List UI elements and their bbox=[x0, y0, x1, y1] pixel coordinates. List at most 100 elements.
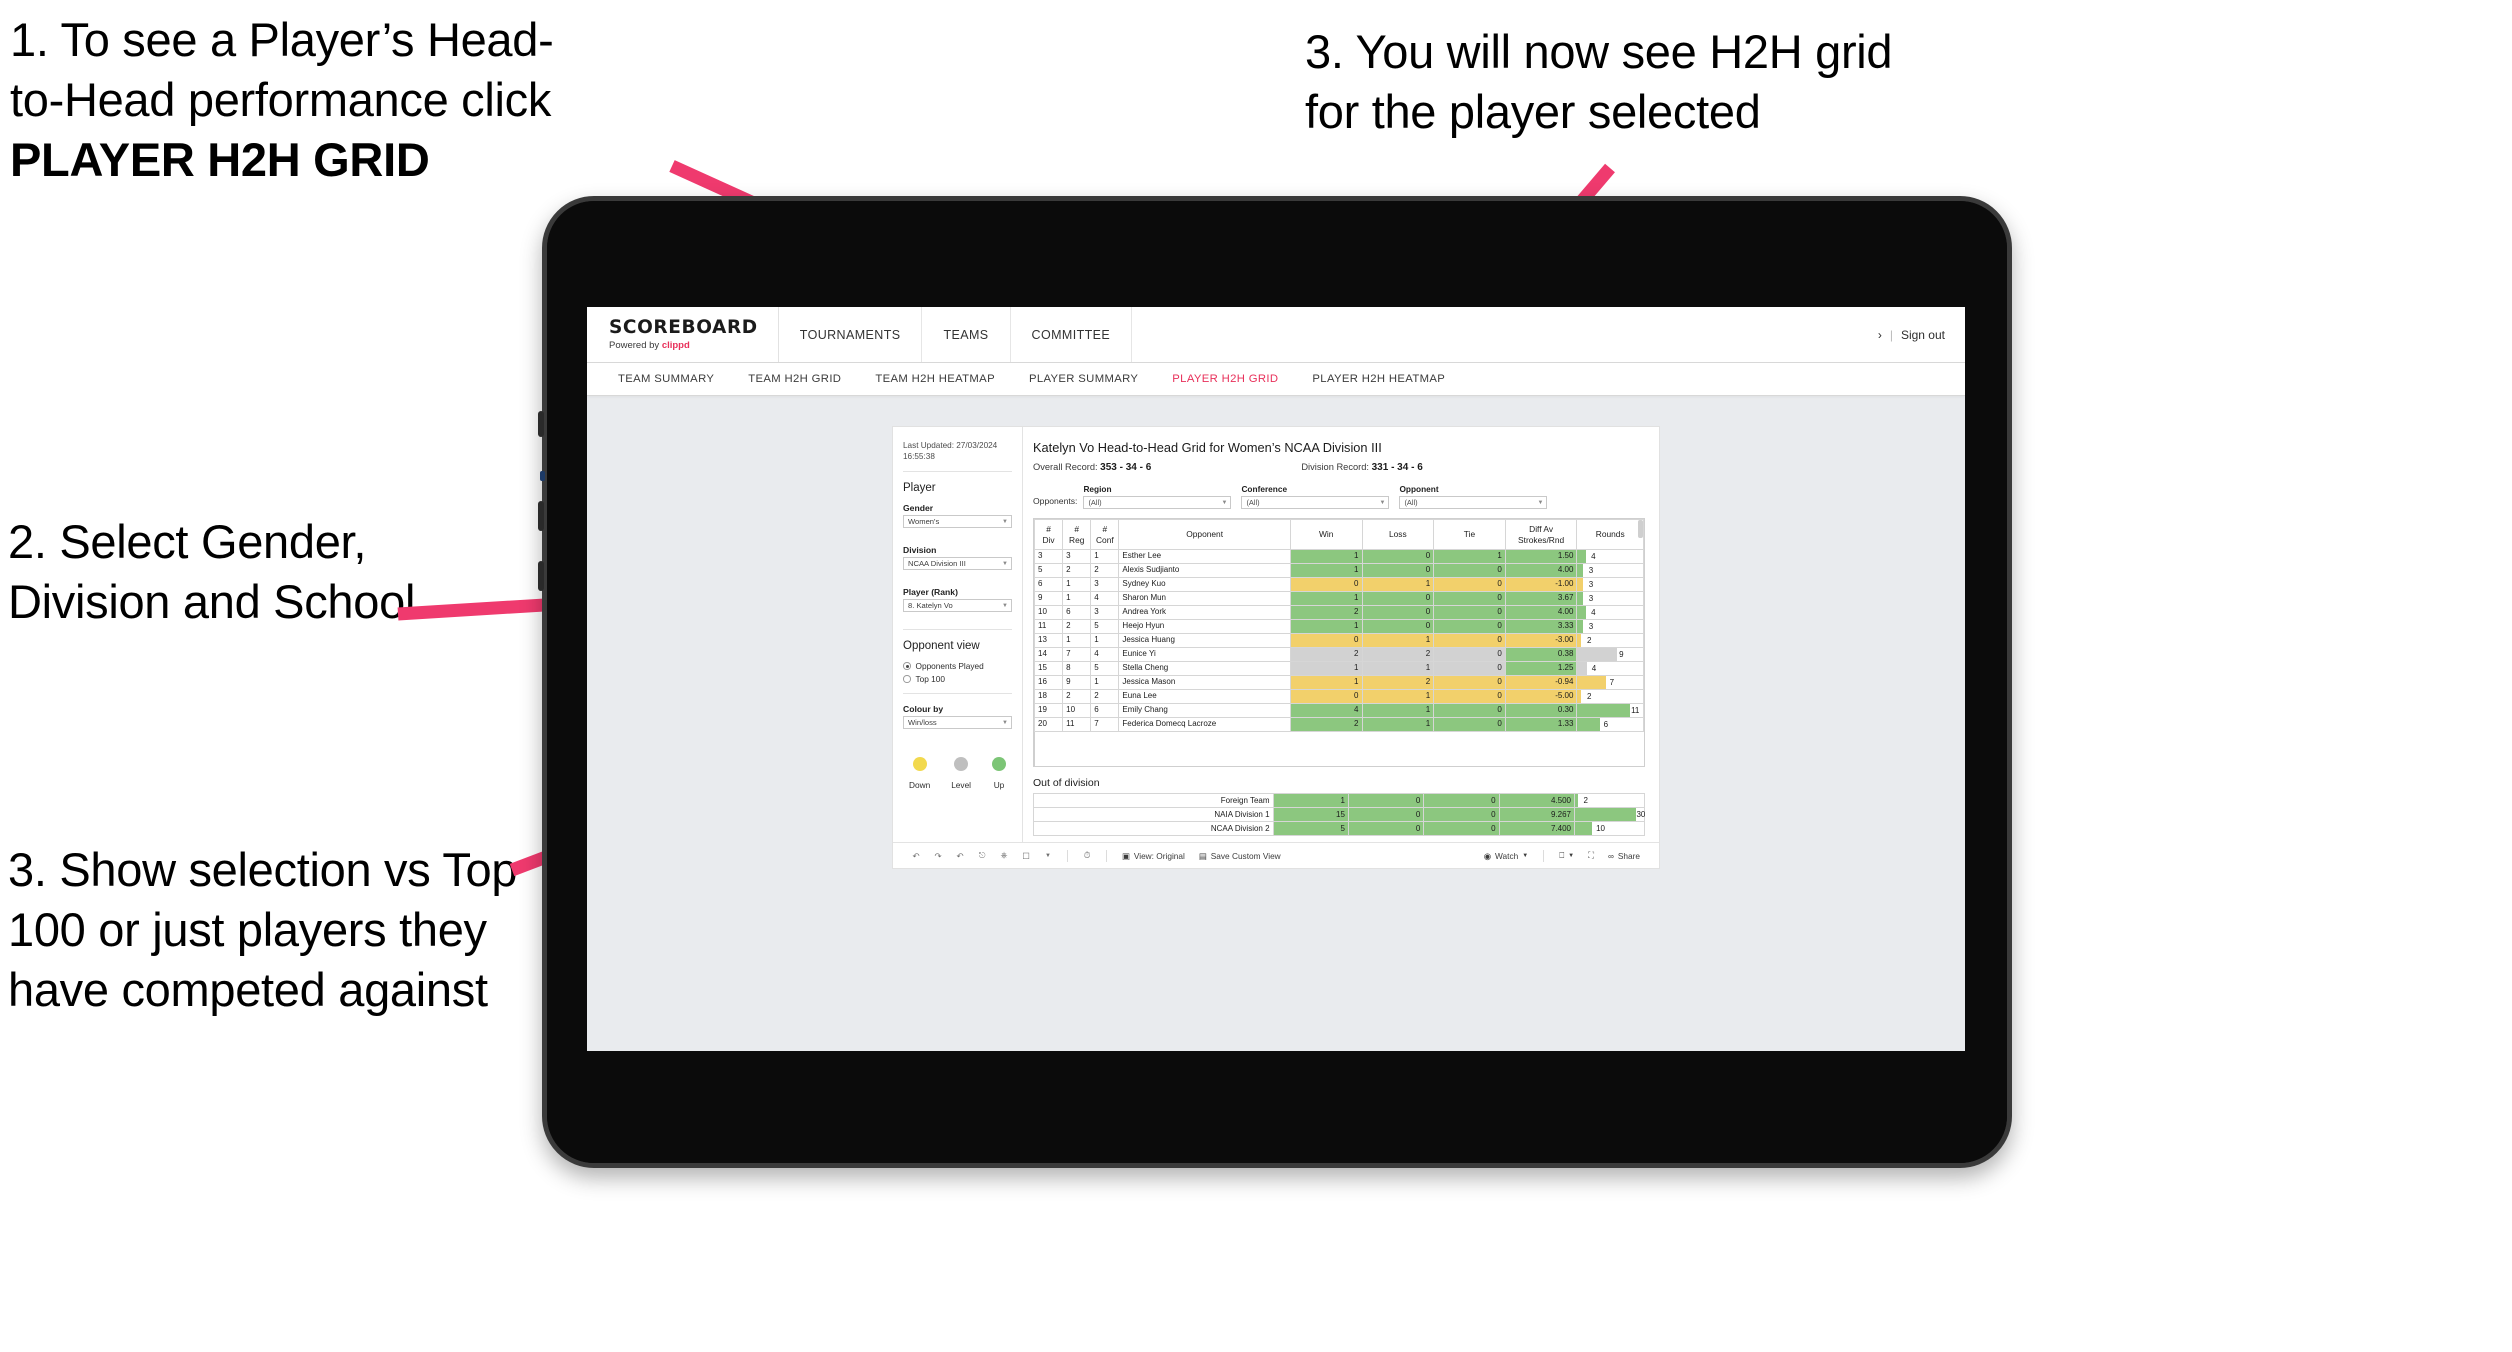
toolbar-divider-2 bbox=[1106, 849, 1107, 862]
table-row[interactable]: 3 3 1 Esther Lee 1 0 1 1.50 4 bbox=[1033, 549, 1644, 564]
cell-loss: 0 bbox=[1347, 793, 1425, 808]
table-row[interactable]: 19 10 6 Emily Chang 4 1 0 0.30 11 bbox=[1033, 703, 1644, 718]
cell-opponent: Heejo Hyun bbox=[1118, 619, 1291, 634]
cell-conf: 6 bbox=[1090, 703, 1120, 718]
tab-team-h2h-heatmap[interactable]: TEAM H2H HEATMAP bbox=[858, 373, 1012, 385]
brand-tagline: Powered by clippd bbox=[609, 339, 758, 351]
filter-conference-select[interactable]: (All) ▼ bbox=[1241, 496, 1390, 509]
cell-rounds: 4 bbox=[1576, 661, 1644, 676]
view-original-button[interactable]: ▣ View: Original bbox=[1115, 851, 1192, 861]
share-view-icon[interactable]: ☐ bbox=[1015, 851, 1037, 861]
save-custom-view-button[interactable]: ▤ Save Custom View bbox=[1192, 851, 1288, 861]
nav-committee[interactable]: COMMITTEE bbox=[1011, 307, 1133, 362]
share-label: Share bbox=[1617, 850, 1640, 861]
filter-region-select[interactable]: (All) ▼ bbox=[1083, 496, 1232, 509]
cell-loss: 0 bbox=[1361, 605, 1435, 620]
table-row[interactable]: 11 2 5 Heejo Hyun 1 0 0 3.33 3 bbox=[1033, 619, 1644, 634]
redo-icon[interactable]: ↷ bbox=[927, 851, 949, 861]
brand-tagline-clippd: clippd bbox=[661, 339, 690, 351]
table-row[interactable]: NAIA Division 1 15 0 0 9.267 30 bbox=[1033, 807, 1645, 822]
tab-team-h2h-grid[interactable]: TEAM H2H GRID bbox=[731, 373, 858, 385]
gender-select[interactable]: Women's ▼ bbox=[903, 515, 1012, 529]
share-icon: ∞ bbox=[1607, 850, 1614, 861]
page-title: Katelyn Vo Head-to-Head Grid for Women’s… bbox=[1033, 440, 1382, 455]
vertical-scrollbar[interactable] bbox=[1638, 520, 1643, 538]
table-row[interactable]: NCAA Division 2 5 0 0 7.400 10 bbox=[1033, 821, 1646, 836]
filter-opponent-select[interactable]: (All) ▼ bbox=[1399, 496, 1548, 509]
radio-opponents-played-label: Opponents Played bbox=[915, 661, 984, 672]
cell-conf: 7 bbox=[1090, 717, 1120, 732]
table-row[interactable]: 5 2 2 Alexis Sudjianto 1 0 0 4.00 3 bbox=[1033, 563, 1644, 578]
cell-div: 20 bbox=[1033, 717, 1064, 732]
table-row[interactable]: 18 2 2 Euna Lee 0 1 0 -5.00 2 bbox=[1033, 689, 1644, 704]
colour-legend: Down Level Up bbox=[903, 757, 1012, 790]
cell-rounds: 10 bbox=[1573, 821, 1646, 836]
table-row[interactable]: Foreign Team 1 0 0 4.500 2 bbox=[1033, 793, 1646, 808]
undo-icon[interactable]: ↶ bbox=[905, 851, 927, 861]
radio-top-100[interactable]: Top 100 bbox=[903, 674, 1012, 684]
table-row[interactable]: 10 6 3 Andrea York 2 0 0 4.00 4 bbox=[1033, 605, 1644, 620]
cell-loss: 2 bbox=[1361, 675, 1435, 690]
out-of-division-body: Foreign Team 1 0 0 4.500 2 NAIA Division 1 15 0 0… bbox=[1033, 793, 1646, 836]
toolbar-divider-1 bbox=[1067, 849, 1068, 862]
legend-item-level: Level bbox=[951, 757, 971, 790]
share-button[interactable]: ∞ Share bbox=[1601, 851, 1647, 861]
cell-opponent: Sharon Mun bbox=[1118, 591, 1291, 606]
cell-reg: 10 bbox=[1062, 703, 1092, 718]
legend-label-level: Level bbox=[951, 780, 972, 791]
watch-button[interactable]: ◉ Watch ▼ bbox=[1477, 851, 1535, 861]
brand-logo[interactable]: SCOREBOARD Powered by clippd bbox=[587, 307, 779, 362]
cell-win: 15 bbox=[1272, 807, 1349, 822]
annotation-1-line-3: PLAYER H2H GRID bbox=[10, 133, 430, 187]
legend-item-down: Down bbox=[909, 757, 930, 790]
table-row[interactable]: 15 8 5 Stella Cheng 1 1 0 1.25 4 bbox=[1033, 661, 1644, 676]
table-row[interactable]: 20 11 7 Federica Domecq Lacroze 2 1 0 1.33 6 bbox=[1033, 717, 1644, 732]
radio-opponents-played[interactable]: Opponents Played bbox=[903, 661, 1012, 671]
table-row[interactable]: 6 1 3 Sydney Kuo 0 1 0 -1.00 3 bbox=[1033, 577, 1644, 592]
viz-toolbar: ↶ ↷ ↶ ⎋ ⎈ ☐ ▼ ⏱ ▣ View: Original ▤ Save … bbox=[893, 842, 1659, 868]
chevron-down-icon: ▼ bbox=[1522, 852, 1529, 859]
player-rank-select[interactable]: 8. Katelyn Vo ▼ bbox=[903, 599, 1012, 613]
chevron-down-icon[interactable]: ▼ bbox=[1037, 853, 1059, 859]
nav-teams[interactable]: TEAMS bbox=[922, 307, 1011, 362]
cell-loss: 0 bbox=[1347, 807, 1425, 822]
tab-player-h2h-grid[interactable]: PLAYER H2H GRID bbox=[1155, 373, 1295, 385]
colour-by-select[interactable]: Win/loss ▼ bbox=[903, 716, 1012, 730]
refresh-icon[interactable]: ⎋ bbox=[971, 850, 993, 861]
division-select[interactable]: NCAA Division III ▼ bbox=[903, 557, 1012, 571]
download-button[interactable]: ⎕ ▼ bbox=[1552, 850, 1581, 861]
tab-player-summary[interactable]: PLAYER SUMMARY bbox=[1012, 373, 1155, 385]
table-row[interactable]: 9 1 4 Sharon Mun 1 0 0 3.67 3 bbox=[1033, 591, 1644, 606]
clock-icon[interactable]: ⏱ bbox=[1076, 850, 1098, 861]
filter-region-label: Region bbox=[1083, 484, 1112, 494]
nav-tournaments[interactable]: TOURNAMENTS bbox=[779, 307, 923, 362]
cell-rounds: 11 bbox=[1576, 703, 1644, 718]
tab-player-h2h-heatmap[interactable]: PLAYER H2H HEATMAP bbox=[1295, 373, 1462, 385]
cell-tie: 0 bbox=[1433, 577, 1506, 592]
sign-out-link[interactable]: Sign out bbox=[1901, 328, 1945, 342]
table-row[interactable]: 14 7 4 Eunice Yi 2 2 0 0.38 9 bbox=[1033, 647, 1644, 662]
col-header-reg: # Reg bbox=[1062, 519, 1092, 550]
division-label: Division bbox=[903, 545, 937, 556]
cell-tie: 0 bbox=[1433, 703, 1506, 718]
col-header-tie: Tie bbox=[1433, 519, 1506, 550]
cell-diff: -3.00 bbox=[1504, 633, 1578, 648]
tab-team-summary[interactable]: TEAM SUMMARY bbox=[601, 373, 731, 385]
revert-icon[interactable]: ↶ bbox=[949, 851, 971, 861]
cell-reg: 2 bbox=[1062, 619, 1092, 634]
cell-rounds: 3 bbox=[1576, 619, 1644, 634]
cell-rounds: 3 bbox=[1576, 563, 1644, 578]
fullscreen-button[interactable]: ⛶ bbox=[1581, 850, 1601, 861]
division-value: NCAA Division III bbox=[908, 559, 966, 569]
pause-icon[interactable]: ⎈ bbox=[993, 850, 1015, 861]
cell-div: 13 bbox=[1033, 633, 1064, 648]
filter-region-value: (All) bbox=[1088, 498, 1102, 507]
last-updated-date: Last Updated: 27/03/2024 bbox=[903, 441, 998, 450]
cell-diff: 0.38 bbox=[1504, 647, 1578, 662]
cell-reg: 11 bbox=[1062, 717, 1092, 732]
chevron-down-icon: ▼ bbox=[1002, 719, 1008, 726]
table-row[interactable]: 13 1 1 Jessica Huang 0 1 0 -3.00 2 bbox=[1033, 633, 1644, 648]
table-row[interactable]: 16 9 1 Jessica Mason 1 2 0 -0.94 7 bbox=[1033, 675, 1644, 690]
fullscreen-icon: ⛶ bbox=[1588, 850, 1594, 860]
cell-win: 1 bbox=[1289, 563, 1363, 578]
